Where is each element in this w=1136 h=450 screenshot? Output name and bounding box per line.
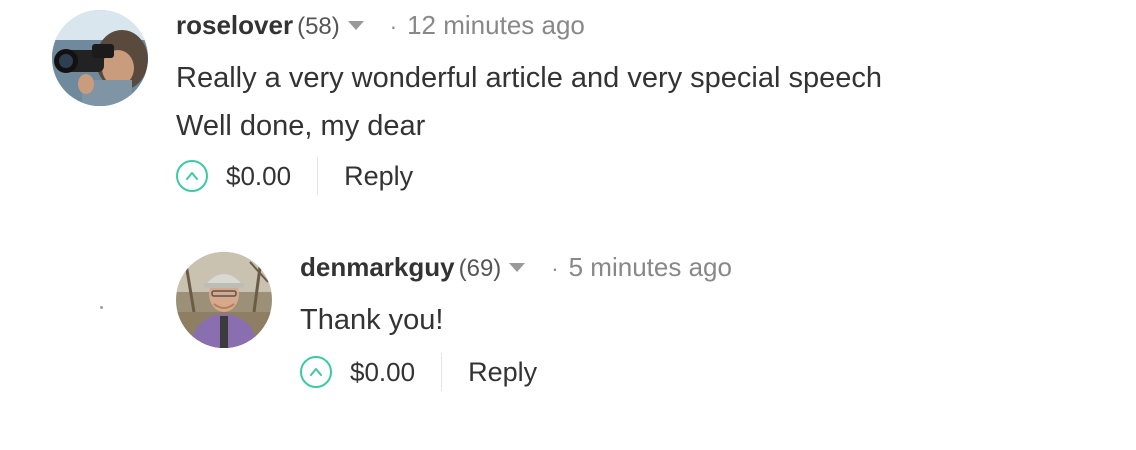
comment-header: denmarkguy (69) · 5 minutes ago [300,252,732,283]
reply-button[interactable]: Reply [344,161,413,192]
comment-body: Really a very wonderful article and very… [176,54,882,150]
man-avatar-image [176,252,272,348]
chevron-down-icon[interactable] [509,263,526,272]
comment-body: Thank you! [300,296,443,344]
avatar[interactable] [176,252,272,348]
upvote-button[interactable] [300,356,332,388]
timestamp-link[interactable]: 5 minutes ago [569,252,732,283]
payout-value[interactable]: $0.00 [350,357,415,388]
username-link[interactable]: denmarkguy [300,252,455,283]
comment-line: Well done, my dear [176,110,426,142]
upvote-button[interactable] [176,160,208,192]
divider [317,157,319,195]
comment: roselover (58) · 12 minutes ago Really a… [0,0,1136,230]
reputation-score: (58) [297,13,340,40]
reputation-score: (69) [458,255,502,282]
avatar[interactable] [52,10,148,106]
chevron-down-icon[interactable] [347,21,364,30]
comment-line: Thank you! [300,304,444,336]
chevron-up-icon [310,368,322,376]
comment-actions: $0.00 Reply [176,156,413,196]
comment-line: Really a very wonderful article and very… [176,62,883,94]
separator-dot: · [551,256,559,281]
timestamp-link[interactable]: 12 minutes ago [407,10,585,41]
chevron-up-icon [186,172,198,180]
reply-comment: denmarkguy (69) · 5 minutes ago Thank yo… [0,240,1136,440]
reply-button[interactable]: Reply [468,357,537,388]
divider [441,353,443,391]
payout-value[interactable]: $0.00 [226,161,291,192]
separator-dot: · [389,14,398,39]
comment-header: roselover (58) · 12 minutes ago [176,10,585,41]
photographer-avatar-image [52,10,148,106]
username-link[interactable]: roselover [176,10,293,41]
comment-actions: $0.00 Reply [300,352,537,392]
